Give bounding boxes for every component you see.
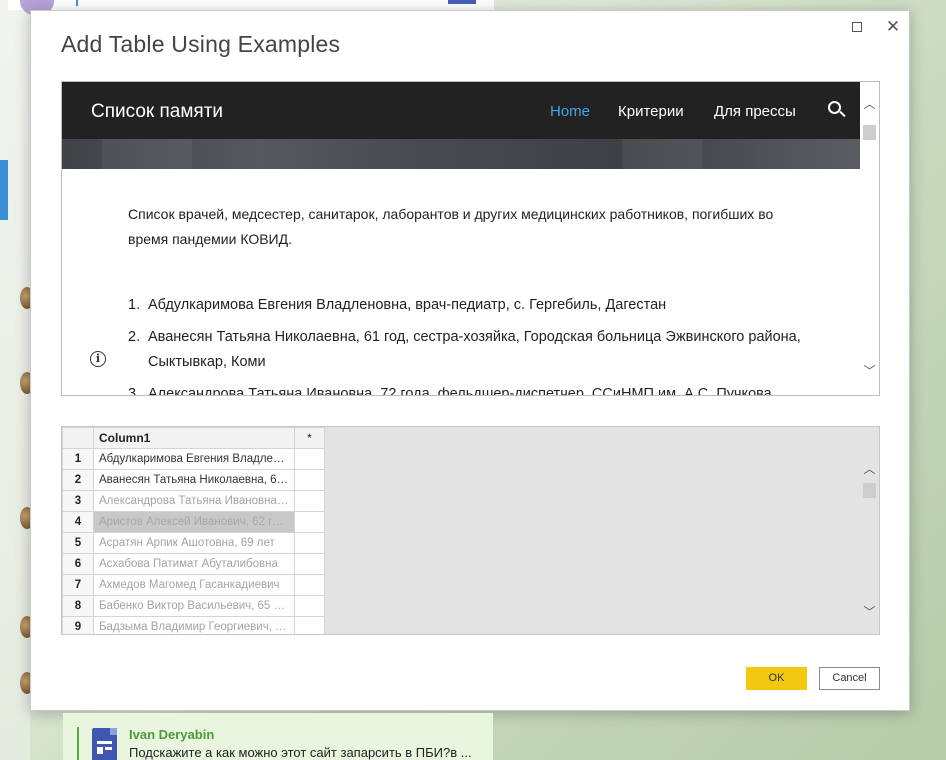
memorial-list: 1. Абдулкаримова Евгения Владленовна, вр… xyxy=(128,293,808,396)
list-item-text: Абдулкаримова Евгения Владленовна, врач-… xyxy=(148,297,667,313)
row-number: 1 xyxy=(62,448,94,470)
list-item: 3. Александрова Татьяна Ивановна, 72 год… xyxy=(128,382,808,396)
scroll-thumb[interactable] xyxy=(863,125,876,140)
scroll-up-icon[interactable]: ︿ xyxy=(863,463,876,476)
list-number: 1. xyxy=(128,297,141,313)
table-cell[interactable]: Аванесян Татьяна Николаевна, 61 год xyxy=(93,469,295,491)
column-header[interactable]: Column1 xyxy=(93,427,295,449)
table-cell[interactable]: Бадзыма Владимир Георгиевич, 70 лет xyxy=(93,616,295,634)
add-table-dialog: ✕ Add Table Using Examples Список памяти… xyxy=(30,10,910,711)
intro-text: Список врачей, медсестер, санитарок, лаб… xyxy=(128,206,774,247)
row-number: 2 xyxy=(62,469,94,491)
grid-scrollbar[interactable]: ︿ ﹀ xyxy=(860,456,879,634)
list-item-text: Александрова Татьяна Ивановна, 72 года, … xyxy=(148,386,772,396)
table-cell[interactable]: Александрова Татьяна Ивановна, 72 года xyxy=(93,490,295,512)
document-icon xyxy=(92,728,117,760)
ok-button[interactable]: OK xyxy=(746,667,807,690)
list-number: 2. xyxy=(128,329,141,345)
row-number: 3 xyxy=(62,490,94,512)
list-item: 2. Аванесян Татьяна Николаевна, 61 год, … xyxy=(128,325,808,375)
row-number: 4 xyxy=(62,511,94,533)
web-preview[interactable]: Список памяти Home Критерии Для прессы С… xyxy=(61,81,880,396)
scroll-down-icon[interactable]: ﹀ xyxy=(863,606,876,619)
site-title[interactable]: Список памяти xyxy=(91,101,223,123)
data-grid: Column1 * 1 Абдулкаримова Евгения Владле… xyxy=(62,427,325,634)
row-number: 8 xyxy=(62,595,94,617)
list-number: 3. xyxy=(128,386,141,396)
grid-corner xyxy=(62,427,94,449)
nav-home[interactable]: Home xyxy=(550,103,590,120)
table-cell[interactable]: Бабенко Виктор Васильевич, 65 лет xyxy=(93,595,295,617)
chat-sender: Ivan Deryabin xyxy=(129,727,215,742)
background-button xyxy=(448,0,476,4)
table-cell[interactable]: Асратян Арпик Ашотовна, 69 лет xyxy=(93,532,295,554)
background-blue-tab xyxy=(0,160,8,220)
example-table: Column1 * 1 Абдулкаримова Евгения Владле… xyxy=(61,426,880,635)
preview-scrollbar[interactable]: ︿ ﹀ xyxy=(860,82,879,395)
list-item-text: Аванесян Татьяна Николаевна, 61 год, сес… xyxy=(148,329,801,370)
list-item: 1. Абдулкаримова Евгения Владленовна, вр… xyxy=(128,293,808,318)
empty-cell[interactable] xyxy=(294,553,325,575)
row-number: 6 xyxy=(62,553,94,575)
reply-bar xyxy=(77,727,79,760)
nav-criteria[interactable]: Критерии xyxy=(618,103,684,120)
table-cell[interactable]: Аристов Алексей Иванович, 62 года xyxy=(93,511,295,533)
scroll-up-icon[interactable]: ︿ xyxy=(863,98,876,111)
chat-message: Подскажите а как можно этот сайт запарси… xyxy=(129,745,472,760)
row-number: 7 xyxy=(62,574,94,596)
empty-cell[interactable] xyxy=(294,511,325,533)
search-icon[interactable] xyxy=(828,101,846,119)
add-column-header[interactable]: * xyxy=(294,427,325,449)
info-icon[interactable]: i xyxy=(90,351,106,367)
empty-cell[interactable] xyxy=(294,469,325,491)
table-cell[interactable]: Асхабова Патимат Абуталибовна xyxy=(93,553,295,575)
scroll-down-icon[interactable]: ﹀ xyxy=(863,365,876,378)
cancel-button[interactable]: Cancel xyxy=(819,667,880,690)
chat-notification[interactable]: Ivan Deryabin Подскажите а как можно это… xyxy=(63,713,493,760)
nav-press[interactable]: Для прессы xyxy=(714,103,796,120)
dialog-title: Add Table Using Examples xyxy=(61,31,341,57)
table-cell[interactable]: Абдулкаримова Евгения Владленовна xyxy=(93,448,295,470)
row-number: 9 xyxy=(62,616,94,634)
empty-cell[interactable] xyxy=(294,574,325,596)
empty-cell[interactable] xyxy=(294,532,325,554)
empty-cell[interactable] xyxy=(294,490,325,512)
site-header: Список памяти Home Критерии Для прессы xyxy=(62,82,860,139)
close-icon[interactable]: ✕ xyxy=(883,17,903,37)
empty-cell[interactable] xyxy=(294,616,325,634)
empty-cell[interactable] xyxy=(294,448,325,470)
scroll-thumb[interactable] xyxy=(863,483,876,498)
maximize-icon[interactable] xyxy=(847,17,867,37)
background-cursor xyxy=(76,0,78,6)
background-chat-card xyxy=(8,0,494,10)
empty-cell[interactable] xyxy=(294,595,325,617)
header-banner xyxy=(62,139,860,169)
row-number: 5 xyxy=(62,532,94,554)
table-cell[interactable]: Ахмедов Магомед Гасанкадиевич xyxy=(93,574,295,596)
